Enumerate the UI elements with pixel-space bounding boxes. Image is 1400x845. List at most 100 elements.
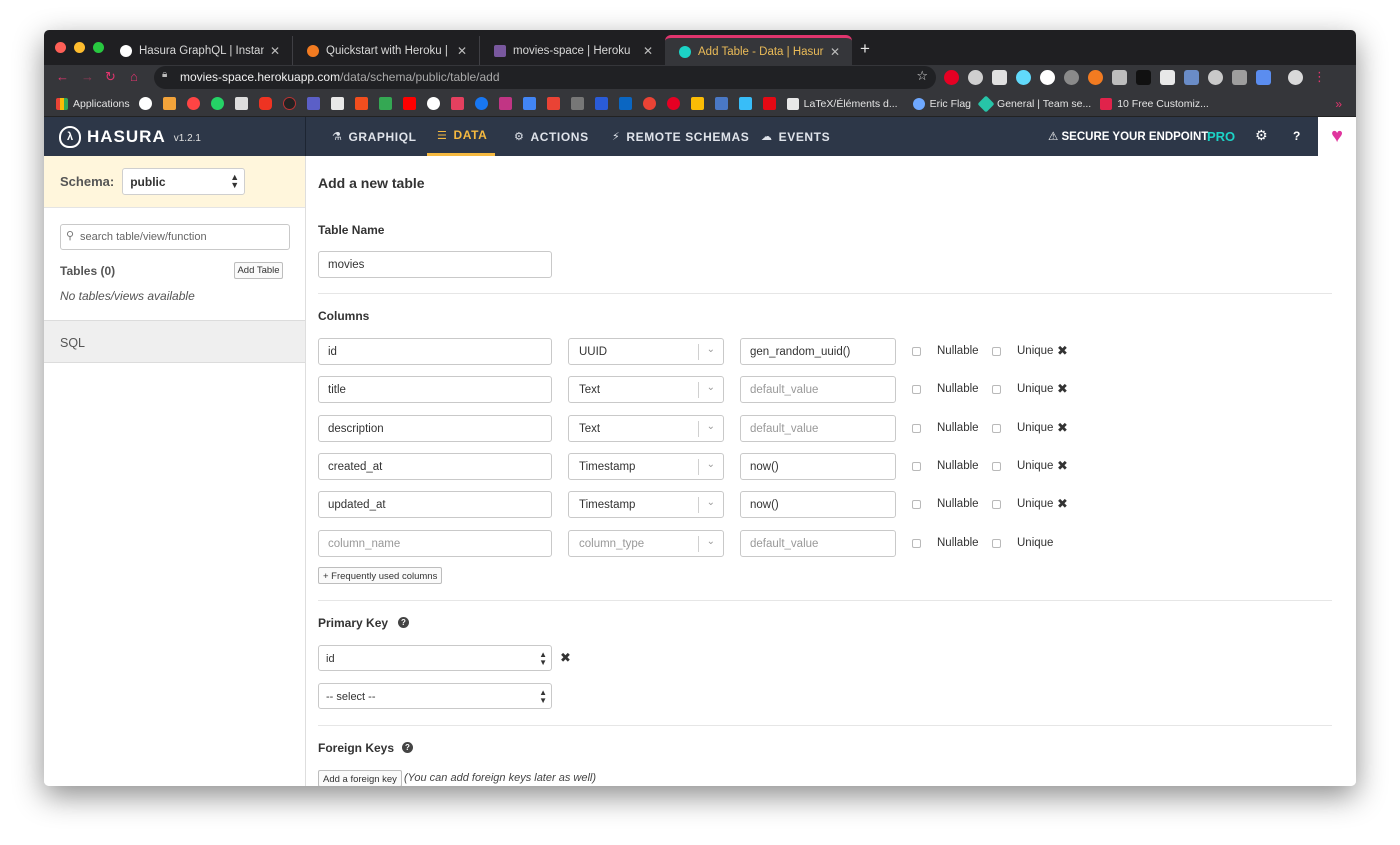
notes-extension-icon[interactable] bbox=[992, 70, 1007, 85]
column-name-input[interactable]: id bbox=[318, 338, 552, 365]
brand[interactable]: λ HASURA v1.2.1 bbox=[44, 117, 306, 156]
nav-tab-actions[interactable]: ⚙ ACTIONS bbox=[514, 117, 589, 156]
bookmark-icon[interactable] bbox=[570, 97, 584, 110]
nav-tab-remote-schemas[interactable]: ⚡ REMOTE SCHEMAS bbox=[612, 117, 749, 156]
remove-column-icon[interactable]: ✖ bbox=[1057, 381, 1068, 397]
bookmark-eric-flag[interactable]: Eric Flag bbox=[912, 97, 971, 110]
minimize-window-button[interactable] bbox=[74, 42, 85, 53]
pinterest-extension-icon[interactable] bbox=[944, 70, 959, 85]
bookmark-icon[interactable] bbox=[234, 97, 248, 110]
frequently-used-columns-button[interactable]: + Frequently used columns bbox=[318, 567, 443, 584]
settings-gear-icon[interactable]: ⚙ bbox=[1255, 127, 1268, 144]
unique-checkbox[interactable] bbox=[992, 424, 1001, 433]
bookmark-icon[interactable] bbox=[162, 97, 176, 110]
bookmark-icon[interactable] bbox=[282, 97, 296, 110]
github-bookmark-icon[interactable] bbox=[426, 97, 440, 110]
forward-icon[interactable]: → bbox=[81, 69, 94, 84]
linkedin-bookmark-icon[interactable] bbox=[618, 97, 632, 110]
close-tab-icon[interactable]: ✕ bbox=[270, 44, 280, 58]
dark-mode-extension-icon[interactable] bbox=[1040, 70, 1055, 85]
bookmark-icon[interactable] bbox=[642, 97, 656, 110]
column-type-select[interactable]: Timestamp ⌄ bbox=[568, 453, 724, 480]
nav-tab-data[interactable]: ☰ DATA bbox=[427, 117, 496, 156]
remove-column-icon[interactable]: ✖ bbox=[1057, 458, 1068, 474]
column-type-select[interactable]: UUID ⌄ bbox=[568, 338, 724, 365]
close-window-button[interactable] bbox=[55, 42, 66, 53]
bookmark-icon[interactable] bbox=[594, 97, 608, 110]
column-name-input[interactable]: updated_at bbox=[318, 491, 552, 518]
primary-key-add-select[interactable]: -- select -- ▲ ▼ bbox=[318, 683, 552, 709]
column-type-select[interactable]: column_type ⌄ bbox=[568, 530, 724, 557]
column-name-input[interactable]: column_name bbox=[318, 530, 552, 557]
nullable-checkbox[interactable] bbox=[912, 347, 921, 356]
orange-extension-icon[interactable] bbox=[1088, 70, 1103, 85]
search-input[interactable]: ⚲ search table/view/function bbox=[60, 224, 290, 250]
unique-checkbox[interactable] bbox=[992, 462, 1001, 471]
bookmark-icon[interactable] bbox=[258, 97, 272, 110]
primary-key-select[interactable]: id ▲ ▼ bbox=[318, 645, 552, 671]
bookmark-free-customiz[interactable]: 10 Free Customiz... bbox=[1100, 97, 1209, 110]
bookmark-general-team[interactable]: General | Team se... bbox=[977, 95, 1091, 112]
cow-extension-icon[interactable] bbox=[1160, 70, 1175, 85]
bookmark-icon[interactable] bbox=[714, 97, 728, 110]
column-name-input[interactable]: created_at bbox=[318, 453, 552, 480]
chart-extension-icon[interactable] bbox=[1256, 70, 1271, 85]
unique-checkbox[interactable] bbox=[992, 500, 1001, 509]
gmail-bookmark-icon[interactable] bbox=[546, 97, 560, 110]
remove-column-icon[interactable]: ✖ bbox=[1057, 420, 1068, 436]
nav-tab-events[interactable]: ☁ EVENTS bbox=[761, 117, 830, 156]
teams-bookmark-icon[interactable] bbox=[306, 97, 320, 110]
close-tab-icon[interactable]: ✕ bbox=[830, 45, 840, 59]
heart-icon[interactable]: ♥ bbox=[1318, 117, 1356, 156]
question-circle-icon[interactable]: ? bbox=[398, 617, 409, 628]
nullable-checkbox[interactable] bbox=[912, 424, 921, 433]
column-default-input[interactable]: default_value bbox=[740, 415, 896, 442]
bookmark-star-icon[interactable]: ☆ bbox=[916, 68, 928, 84]
table-extension-icon[interactable] bbox=[1232, 70, 1247, 85]
browser-tab-2[interactable]: Quickstart with Heroku | Hasur ✕ bbox=[293, 36, 480, 65]
column-type-select[interactable]: Text ⌄ bbox=[568, 415, 724, 442]
column-name-input[interactable]: description bbox=[318, 415, 552, 442]
column-default-input[interactable]: default_value bbox=[740, 376, 896, 403]
close-tab-icon[interactable]: ✕ bbox=[457, 44, 467, 58]
sidebar-item-sql[interactable]: SQL bbox=[44, 320, 305, 363]
zoom-window-button[interactable] bbox=[93, 42, 104, 53]
bookmark-icon[interactable] bbox=[330, 97, 344, 110]
reload-icon[interactable]: ↻ bbox=[105, 69, 116, 85]
new-tab-icon[interactable]: + bbox=[860, 39, 870, 59]
column-default-input[interactable]: default_value bbox=[740, 530, 896, 557]
close-tab-icon[interactable]: ✕ bbox=[643, 44, 653, 58]
google-bookmark-icon[interactable] bbox=[138, 97, 152, 110]
bookmark-latex[interactable]: LaTeX/Éléments d... bbox=[786, 97, 898, 110]
bookmark-applications[interactable]: Applications bbox=[56, 97, 130, 110]
target-extension-icon[interactable] bbox=[1064, 70, 1079, 85]
pro-link[interactable]: PRO bbox=[1207, 129, 1235, 144]
unique-checkbox[interactable] bbox=[992, 539, 1001, 548]
invision-bookmark-icon[interactable] bbox=[450, 97, 464, 110]
whatsapp-bookmark-icon[interactable] bbox=[210, 97, 224, 110]
ball-extension-icon[interactable] bbox=[1208, 70, 1223, 85]
remove-column-icon[interactable]: ✖ bbox=[1057, 343, 1068, 359]
add-foreign-key-button[interactable]: Add a foreign key bbox=[318, 770, 402, 786]
nullable-checkbox[interactable] bbox=[912, 385, 921, 394]
remove-primary-key-icon[interactable]: ✖ bbox=[560, 650, 571, 666]
secure-endpoint-link[interactable]: ⚠ SECURE YOUR ENDPOINT bbox=[1048, 129, 1208, 143]
youtube-bookmark-icon[interactable] bbox=[402, 97, 416, 110]
column-default-input[interactable]: now() bbox=[740, 453, 896, 480]
browser-tab-1[interactable]: Hasura GraphQL | Instant Grap ✕ bbox=[106, 36, 293, 65]
column-default-input[interactable]: now() bbox=[740, 491, 896, 518]
home-icon[interactable]: ⌂ bbox=[130, 69, 138, 84]
more-bookmarks-icon[interactable]: » bbox=[1335, 97, 1342, 111]
bookmark-icon[interactable] bbox=[186, 97, 200, 110]
drive-bookmark-icon[interactable] bbox=[378, 97, 392, 110]
menu-kebab-icon[interactable]: ⋮ bbox=[1312, 70, 1327, 85]
nav-tab-graphiql[interactable]: ⚗ GRAPHIQL bbox=[332, 117, 417, 156]
compass-extension-icon[interactable] bbox=[968, 70, 983, 85]
column-name-input[interactable]: title bbox=[318, 376, 552, 403]
question-circle-icon[interactable]: ? bbox=[402, 742, 413, 753]
unique-checkbox[interactable] bbox=[992, 385, 1001, 394]
nullable-checkbox[interactable] bbox=[912, 539, 921, 548]
pinterest-bookmark-icon[interactable] bbox=[666, 97, 680, 110]
pen-extension-icon[interactable] bbox=[1112, 70, 1127, 85]
instagram-bookmark-icon[interactable] bbox=[498, 97, 512, 110]
